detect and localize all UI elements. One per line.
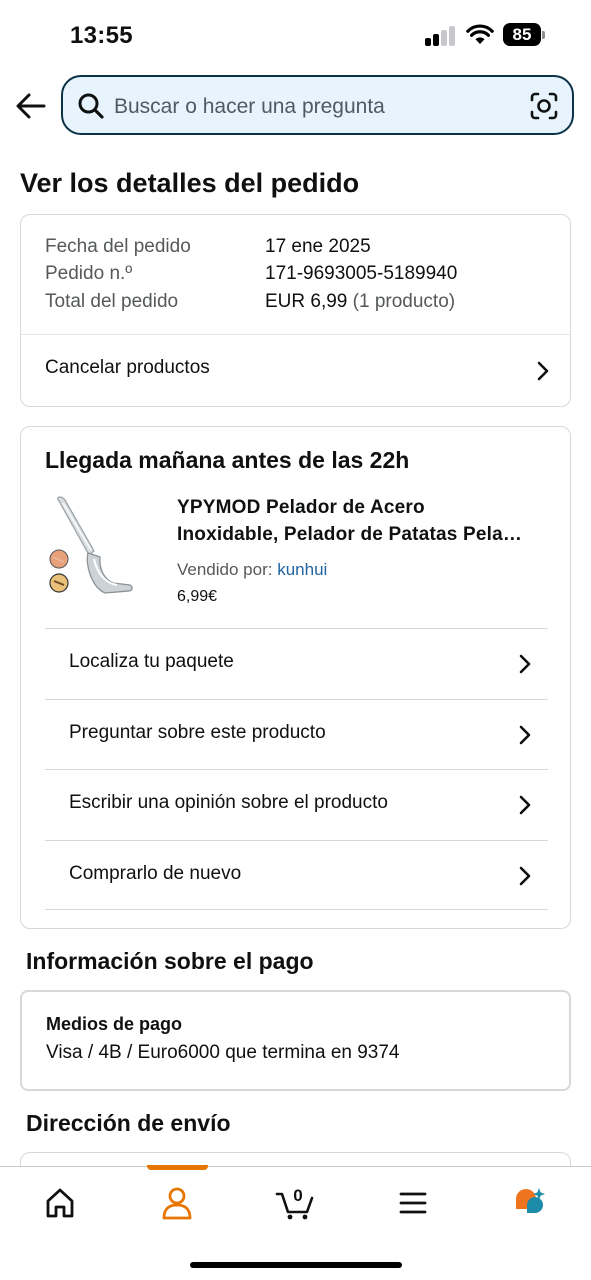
- shipping-section-title: Dirección de envío: [26, 1110, 231, 1136]
- product-title-line-2: Inoxidable, Pelador de Patatas Pela…: [177, 524, 523, 545]
- order-date-label: Fecha del pedido: [45, 236, 191, 257]
- chevron-right-icon: [519, 866, 531, 885]
- order-item-count: (1 producto): [352, 291, 456, 312]
- order-number-label: Pedido n.º: [45, 263, 133, 284]
- search-icon: [78, 93, 104, 119]
- back-arrow-icon[interactable]: [14, 88, 48, 124]
- chevron-right-icon: [519, 795, 531, 815]
- write-review-button[interactable]: Escribir una opinión sobre el producto: [45, 769, 548, 840]
- status-time: 13:55: [70, 22, 133, 49]
- rufus-assistant-icon[interactable]: [512, 1185, 552, 1221]
- payment-method-card: Medios de pago Visa / 4B / Euro6000 que …: [20, 990, 571, 1091]
- sold-by-label: Vendido por:: [177, 560, 273, 579]
- product-price: 6,99€: [177, 588, 218, 605]
- order-total-label: Total del pedido: [45, 291, 179, 312]
- payment-method-label: Medios de pago: [46, 1014, 183, 1034]
- product-title-link[interactable]: YPYMOD Pelador de Acero Inoxidable, Pela…: [177, 494, 552, 548]
- cart-count: 0: [293, 1186, 302, 1205]
- status-bar: 13:55 85: [0, 0, 591, 70]
- order-total-value: EUR 6,99 (1 producto): [265, 291, 455, 313]
- order-number-value: 171-9693005-5189940: [265, 263, 458, 284]
- menu-icon[interactable]: [393, 1185, 433, 1221]
- cellular-signal-icon: [425, 26, 457, 46]
- cancel-products-button[interactable]: Cancelar productos: [21, 335, 570, 407]
- order-date-value: 17 ene 2025: [265, 236, 371, 257]
- buy-again-label: Comprarlo de nuevo: [69, 862, 242, 884]
- home-icon[interactable]: [40, 1185, 80, 1221]
- sold-by: Vendido por: kunhui: [177, 560, 327, 580]
- search-placeholder: Buscar o hacer una pregunta: [114, 95, 385, 118]
- battery-level: 85: [503, 23, 541, 46]
- chevron-right-icon: [519, 725, 531, 744]
- product-image[interactable]: [47, 495, 139, 599]
- chevron-right-icon: [537, 361, 549, 381]
- shipment-card: Llegada mañana antes de las 22h YPYMOD P…: [20, 426, 571, 929]
- seller-link[interactable]: kunhui: [277, 560, 327, 579]
- ask-about-product-label: Preguntar sobre este producto: [69, 721, 326, 743]
- buy-again-button[interactable]: Comprarlo de nuevo: [45, 839, 548, 910]
- shipment-actions-list: Localiza tu paquete Preguntar sobre este…: [45, 628, 548, 910]
- cancel-products-label: Cancelar productos: [45, 357, 210, 378]
- write-review-label: Escribir una opinión sobre el producto: [69, 792, 388, 813]
- camera-scan-icon[interactable]: [530, 92, 558, 120]
- payment-method-value: Visa / 4B / Euro6000 que termina en 9374: [46, 1042, 400, 1063]
- active-tab-indicator: [147, 1165, 208, 1170]
- product-title-line-1: YPYMOD Pelador de Acero: [177, 497, 425, 518]
- order-total-amount: EUR 6,99: [265, 291, 348, 312]
- wifi-icon: [466, 24, 494, 44]
- account-icon[interactable]: [157, 1185, 197, 1221]
- page-title: Ver los detalles del pedido: [20, 168, 360, 198]
- home-indicator: [190, 1262, 402, 1268]
- payment-section-title: Información sobre el pago: [26, 948, 314, 974]
- chevron-right-icon: [519, 654, 531, 674]
- track-package-button[interactable]: Localiza tu paquete: [45, 628, 548, 699]
- track-package-label: Localiza tu paquete: [69, 651, 234, 672]
- search-input[interactable]: Buscar o hacer una pregunta: [61, 75, 574, 135]
- ask-about-product-button[interactable]: Preguntar sobre este producto: [45, 698, 548, 770]
- order-summary-card: Fecha del pedido 17 ene 2025 Pedido n.º …: [20, 214, 571, 407]
- battery-icon: 85: [503, 23, 545, 46]
- cart-icon[interactable]: 0: [275, 1185, 317, 1221]
- delivery-status-title: Llegada mañana antes de las 22h: [45, 447, 410, 473]
